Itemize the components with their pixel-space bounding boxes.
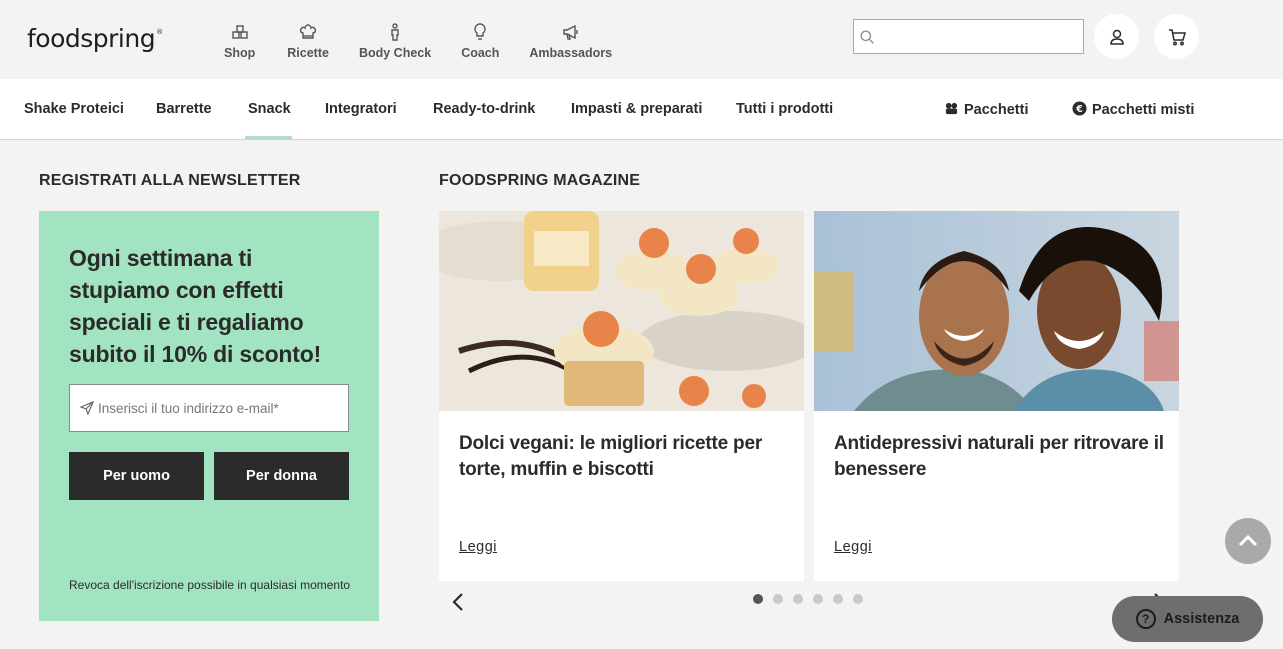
newsletter-heading: REGISTRATI ALLA NEWSLETTER	[39, 172, 301, 189]
lightbulb-icon	[474, 23, 486, 40]
category-pacchetti[interactable]: Pacchetti	[944, 101, 1028, 118]
body-icon	[391, 23, 399, 41]
category-barrette[interactable]: Barrette	[156, 101, 212, 117]
carousel-dot[interactable]	[793, 594, 803, 604]
bundle-icon	[945, 102, 958, 115]
account-button[interactable]	[1094, 14, 1139, 59]
logo-registered-mark: ®	[156, 28, 163, 36]
top-nav: Shop Ricette Body Check Coach Ambassador…	[224, 22, 642, 60]
nav-ricette[interactable]: Ricette	[287, 22, 329, 60]
read-more-link[interactable]: Leggi	[834, 539, 872, 555]
email-field	[69, 384, 349, 432]
chef-hat-icon	[300, 24, 317, 39]
help-button[interactable]: ? Assistenza	[1112, 596, 1263, 642]
category-nav: Shake Proteici Barrette Snack Integrator…	[0, 79, 1283, 140]
logo-text: foodspring	[27, 24, 156, 53]
question-icon: ?	[1135, 609, 1156, 629]
category-integratori[interactable]: Integratori	[325, 101, 397, 117]
carousel-dot[interactable]	[833, 594, 843, 604]
carousel-dot[interactable]	[853, 594, 863, 604]
search-icon	[860, 30, 874, 44]
email-input[interactable]	[98, 385, 343, 431]
unsubscribe-note: Revoca dell'iscrizione possibile in qual…	[69, 578, 351, 592]
category-impasti-preparati[interactable]: Impasti & preparati	[571, 101, 702, 117]
nav-shop[interactable]: Shop	[224, 22, 255, 60]
nav-label: Coach	[461, 46, 500, 60]
scroll-to-top-button[interactable]	[1225, 518, 1271, 564]
category-pacchetti-misti[interactable]: € Pacchetti misti	[1072, 101, 1194, 118]
help-label: Assistenza	[1163, 611, 1240, 627]
read-more-link[interactable]: Leggi	[459, 539, 497, 555]
magazine-card[interactable]: Antidepressivi naturali per ritrovare il…	[814, 211, 1179, 581]
active-category-indicator	[245, 136, 292, 139]
svg-text:€: €	[1075, 104, 1083, 115]
carousel-dot[interactable]	[813, 594, 823, 604]
nav-ambassadors[interactable]: Ambassadors	[529, 22, 612, 60]
carousel-dot[interactable]	[753, 594, 763, 604]
carousel-prev-button[interactable]	[449, 590, 467, 614]
chevron-up-icon	[1238, 534, 1258, 547]
magazine-card[interactable]: Dolci vegani: le migliori ricette per to…	[439, 211, 804, 581]
nav-coach[interactable]: Coach	[461, 22, 499, 60]
euro-icon: €	[1072, 101, 1087, 116]
vegan-desserts-image	[439, 211, 804, 411]
send-icon	[80, 401, 94, 415]
carousel-dot[interactable]	[773, 594, 783, 604]
pacchetti-misti-label: Pacchetti misti	[1092, 102, 1195, 118]
category-shake-proteici[interactable]: Shake Proteici	[24, 101, 124, 117]
newsletter-panel: Ogni settimana ti stupiamo con effetti s…	[39, 211, 379, 621]
nav-body-check[interactable]: Body Check	[359, 22, 431, 60]
carousel-dots	[753, 594, 873, 604]
smiling-couple-image	[814, 211, 1179, 411]
card-title: Antidepressivi naturali per ritrovare il…	[834, 433, 1164, 480]
magazine-heading: FOODSPRING MAGAZINE	[439, 172, 641, 189]
nav-label: Ricette	[287, 46, 329, 60]
cart-icon	[1168, 28, 1186, 45]
nav-label: Ambassadors	[529, 46, 613, 60]
megaphone-icon	[563, 24, 578, 40]
nav-label: Shop	[224, 46, 256, 60]
search-box	[853, 19, 1084, 54]
user-icon	[1109, 29, 1124, 45]
category-tutti-prodotti[interactable]: Tutti i prodotti	[736, 101, 833, 117]
cart-button[interactable]	[1154, 14, 1199, 59]
category-snack[interactable]: Snack	[248, 101, 291, 117]
nav-label: Body Check	[358, 46, 432, 60]
top-header: foodspring® Shop Ricette Body Check Coac…	[0, 0, 1283, 79]
card-title: Dolci vegani: le migliori ricette per to…	[459, 433, 763, 480]
category-ready-to-drink[interactable]: Ready-to-drink	[433, 101, 535, 117]
foodspring-logo[interactable]: foodspring®	[27, 24, 163, 53]
shop-icon	[231, 25, 248, 39]
women-button[interactable]: Per donna	[214, 452, 349, 500]
newsletter-title: Ogni settimana ti stupiamo con effetti s…	[69, 245, 322, 367]
pacchetti-label: Pacchetti	[964, 102, 1029, 118]
search-input[interactable]	[880, 20, 1080, 53]
men-button[interactable]: Per uomo	[69, 452, 204, 500]
